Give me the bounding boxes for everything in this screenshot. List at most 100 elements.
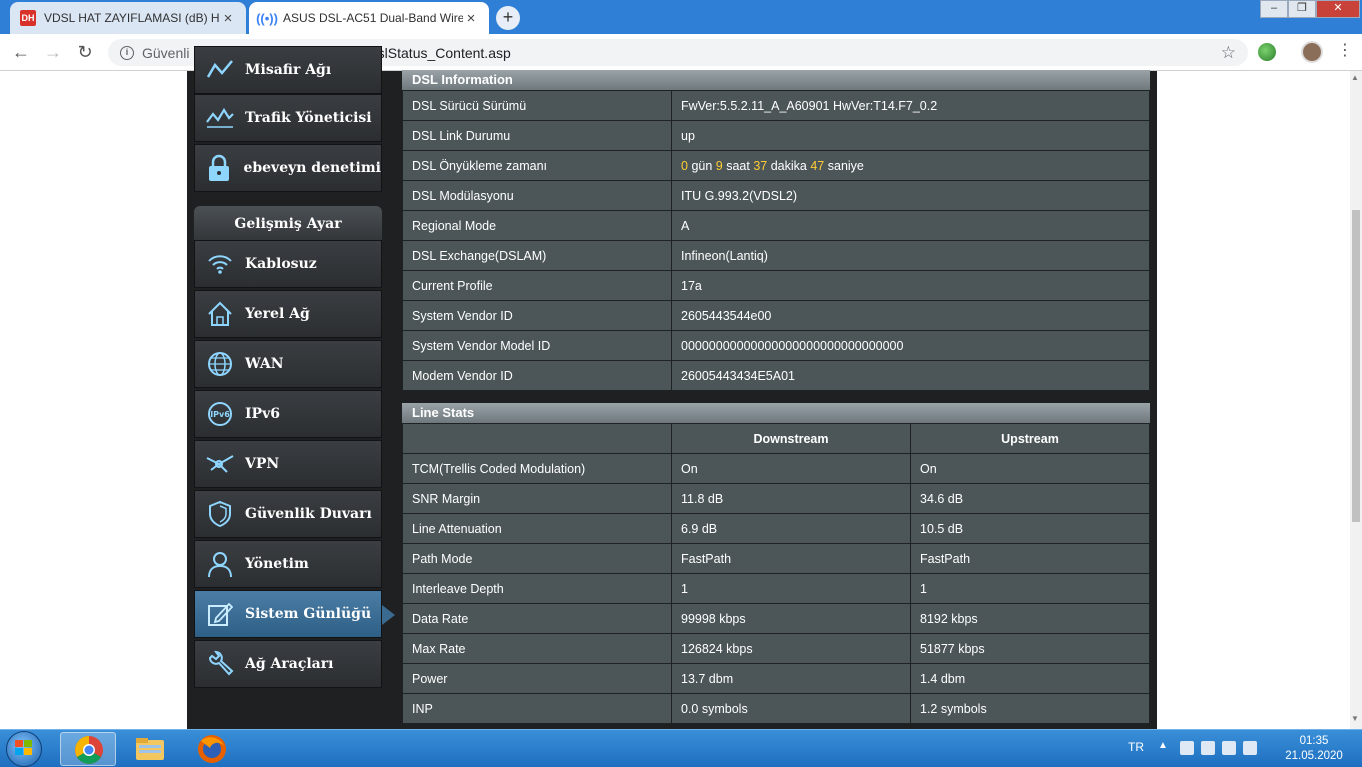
row-value: Infineon(Lantiq) — [671, 240, 1150, 271]
row-key: DSL Link Durumu — [402, 120, 672, 151]
line-stats-panel: Line Stats Downstream Upstream TCM(Trell… — [402, 403, 1150, 724]
wifi-icon — [195, 252, 245, 276]
taskbar-firefox[interactable] — [184, 732, 240, 766]
bookmark-star-icon[interactable]: ☆ — [1221, 43, 1236, 63]
uptime-days-label: gün — [691, 158, 713, 173]
downstream-value: 99998 kbps — [671, 603, 911, 634]
table-row: SNR Margin 11.8 dB 34.6 dB — [402, 483, 1150, 514]
line-stats-table: Downstream Upstream TCM(Trellis Coded Mo… — [402, 423, 1150, 724]
maximize-button[interactable]: ❐ — [1288, 0, 1316, 18]
table-row: System Vendor Model ID 00000000000000000… — [402, 330, 1150, 361]
sidebar-item-vpn[interactable]: VPN — [194, 440, 382, 488]
sidebar-item-parental-control[interactable]: ebeveyn denetimi — [194, 144, 382, 192]
row-key: DSL Modülasyonu — [402, 180, 672, 211]
tab-close-icon[interactable]: × — [463, 10, 479, 27]
uptime-minutes-label: dakika — [770, 158, 807, 173]
windows-logo-icon — [15, 740, 32, 755]
reload-icon[interactable]: ↻ — [74, 41, 96, 63]
forward-arrow-icon[interactable]: → — [42, 41, 64, 63]
minimize-button[interactable]: – — [1260, 0, 1288, 18]
advanced-settings-header: Gelişmiş Ayar — [194, 206, 382, 240]
sidebar-item-system-log[interactable]: Sistem Günlüğü — [194, 590, 395, 638]
profile-avatar[interactable] — [1301, 41, 1323, 63]
info-icon[interactable]: i — [120, 45, 134, 60]
row-value: 2605443544e00 — [671, 300, 1150, 331]
table-row: DSL Önyükleme zamanı 0 gün 9 saat 37 dak… — [402, 150, 1150, 181]
table-row: Power 13.7 dbm 1.4 dbm — [402, 663, 1150, 694]
sidebar-item-label: Misafir Ağı — [245, 62, 332, 78]
table-row: Regional Mode A — [402, 210, 1150, 241]
row-key: TCM(Trellis Coded Modulation) — [402, 453, 672, 484]
table-header-row: Downstream Upstream — [402, 423, 1150, 454]
tab-title: ASUS DSL-AC51 Dual-Band Wire — [283, 11, 463, 25]
network-icon[interactable] — [1222, 741, 1236, 755]
lock-icon — [195, 154, 243, 182]
system-clock[interactable]: 01:35 21.05.2020 — [1282, 734, 1346, 764]
line-stats-title: Line Stats — [402, 403, 1150, 423]
downstream-value: 0.0 symbols — [671, 693, 911, 724]
show-hidden-icons[interactable]: ▲ — [1158, 740, 1168, 751]
downstream-value: 126824 kbps — [671, 633, 911, 664]
downstream-value: 13.7 dbm — [671, 663, 911, 694]
row-key: Data Rate — [402, 603, 672, 634]
upstream-value: 10.5 dB — [910, 513, 1150, 544]
sidebar-item-wireless[interactable]: Kablosuz — [194, 240, 382, 288]
new-tab-button[interactable]: + — [496, 6, 520, 30]
log-edit-icon — [195, 601, 245, 627]
sidebar-item-label: Ağ Araçları — [245, 656, 334, 672]
upstream-value: FastPath — [910, 543, 1150, 574]
sidebar-item-network-tools[interactable]: Ağ Araçları — [194, 640, 382, 688]
scroll-down-arrow-icon[interactable]: ▼ — [1351, 714, 1359, 723]
taskbar-file-explorer[interactable] — [122, 732, 178, 766]
row-key: SNR Margin — [402, 483, 672, 514]
flag-alert-icon[interactable] — [1180, 741, 1194, 755]
upstream-value: 1 — [910, 573, 1150, 604]
sidebar-item-label: VPN — [245, 456, 280, 472]
sidebar-item-label: Sistem Günlüğü — [245, 606, 372, 622]
language-indicator[interactable]: TR — [1128, 740, 1144, 754]
tab-asus-router[interactable]: ((•)) ASUS DSL-AC51 Dual-Band Wire × — [249, 2, 489, 34]
row-key: Path Mode — [402, 543, 672, 574]
sidebar-item-lan[interactable]: Yerel Ağ — [194, 290, 382, 338]
scroll-up-arrow-icon[interactable]: ▲ — [1351, 73, 1359, 82]
table-row: DSL Sürücü Sürümü FwVer:5.5.2.11_A_A6090… — [402, 90, 1150, 121]
sidebar-item-administration[interactable]: Yönetim — [194, 540, 382, 588]
sidebar-item-label: WAN — [245, 356, 284, 372]
shield-icon — [195, 500, 245, 528]
traffic-manager-icon — [195, 106, 245, 130]
sidebar-item-wan[interactable]: WAN — [194, 340, 382, 388]
sidebar-item-guest-network[interactable]: Misafir Ağı — [194, 46, 382, 94]
row-key: System Vendor Model ID — [402, 330, 672, 361]
row-key: DSL Exchange(DSLAM) — [402, 240, 672, 271]
table-row: TCM(Trellis Coded Modulation) On On — [402, 453, 1150, 484]
extension-icon[interactable] — [1258, 43, 1276, 61]
table-row: System Vendor ID 2605443544e00 — [402, 300, 1150, 331]
row-value: up — [671, 120, 1150, 151]
upstream-value: 1.4 dbm — [910, 663, 1150, 694]
clock-time: 01:35 — [1299, 735, 1329, 747]
back-arrow-icon[interactable]: ← — [10, 41, 32, 63]
row-value: FwVer:5.5.2.11_A_A60901 HwVer:T14.F7_0.2 — [671, 90, 1150, 121]
security-center-icon[interactable] — [1201, 741, 1215, 755]
tab-title: VDSL HAT ZAYIFLAMASI (dB) HE — [44, 11, 220, 25]
browser-menu-icon[interactable]: ⋮ — [1337, 40, 1353, 60]
upstream-value: 34.6 dB — [910, 483, 1150, 514]
tab-close-icon[interactable]: × — [220, 10, 236, 27]
scrollbar-thumb[interactable] — [1352, 210, 1360, 522]
router-favicon-icon: ((•)) — [256, 10, 278, 26]
row-key: DSL Sürücü Sürümü — [402, 90, 672, 121]
table-row: Interleave Depth 1 1 — [402, 573, 1150, 604]
windows-taskbar: TR ▲ 01:35 21.05.2020 — [0, 729, 1362, 767]
sidebar-item-firewall[interactable]: Güvenlik Duvarı — [194, 490, 382, 538]
close-window-button[interactable]: ✕ — [1316, 0, 1360, 18]
sidebar-item-ipv6[interactable]: IPv6 IPv6 — [194, 390, 382, 438]
tab-vdsl-article[interactable]: DH VDSL HAT ZAYIFLAMASI (dB) HE × — [10, 2, 246, 34]
sidebar-item-traffic-manager[interactable]: Trafik Yöneticisi — [194, 94, 382, 142]
table-row: Current Profile 17a — [402, 270, 1150, 301]
sidebar-item-label: Trafik Yöneticisi — [245, 110, 372, 126]
volume-icon[interactable] — [1243, 741, 1257, 755]
taskbar-chrome[interactable] — [60, 732, 116, 766]
upstream-value: On — [910, 453, 1150, 484]
table-row: Line Attenuation 6.9 dB 10.5 dB — [402, 513, 1150, 544]
upstream-value: 8192 kbps — [910, 603, 1150, 634]
